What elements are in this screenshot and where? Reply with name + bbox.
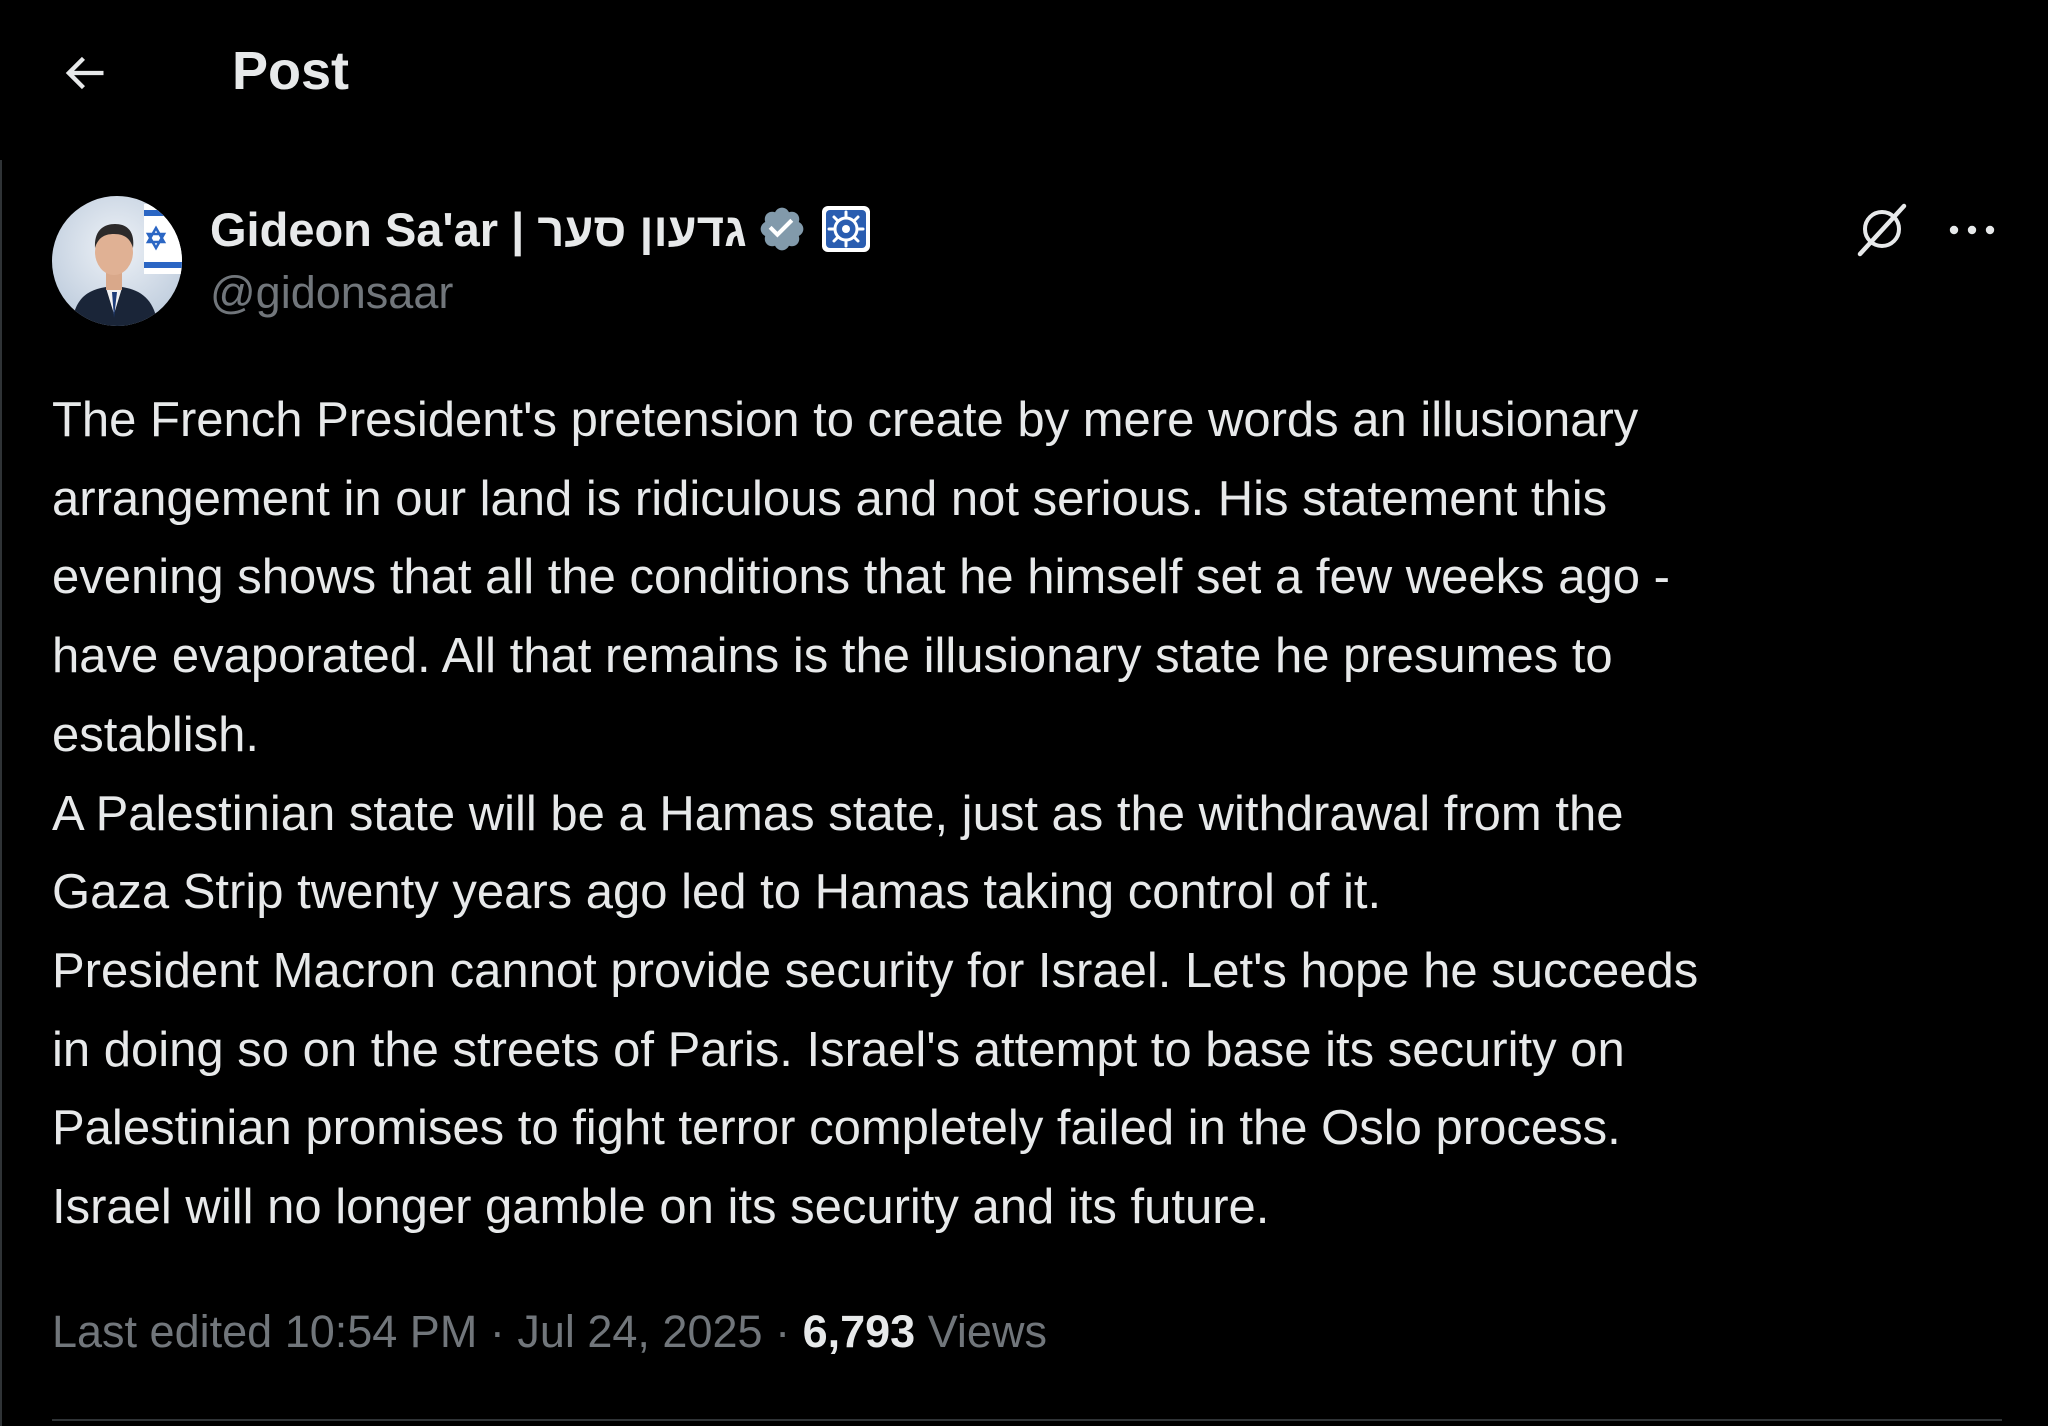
author-info: Gideon Sa'ar | גדעון סער @gidonsaar xyxy=(210,196,871,322)
post-text-line: evening shows that all the conditions th… xyxy=(52,550,1670,605)
grok-button[interactable] xyxy=(1852,198,1914,260)
post-text-line: A Palestinian state will be a Hamas stat… xyxy=(52,786,1624,841)
post-text: The French President's pretension to cre… xyxy=(52,381,2012,1247)
post-text-line: President Macron cannot provide security… xyxy=(52,943,1699,998)
avatar-image xyxy=(52,196,182,326)
post-time: 10:54 PM xyxy=(284,1306,478,1357)
grok-icon xyxy=(1857,203,1907,257)
views-label: Views xyxy=(927,1306,1047,1357)
more-options-icon xyxy=(1949,225,1995,235)
page-title: Post xyxy=(232,41,350,101)
edited-label: Last edited xyxy=(52,1306,273,1357)
post-timestamp[interactable]: Last edited 10:54 PM · Jul 24, 2025 xyxy=(52,1306,763,1357)
post-text-line: in doing so on the streets of Paris. Isr… xyxy=(52,1022,1625,1077)
avatar[interactable] xyxy=(52,196,182,326)
back-button[interactable] xyxy=(48,40,120,106)
post-text-line: arrangement in our land is ridiculous an… xyxy=(52,471,1608,526)
column-divider xyxy=(0,160,2,1426)
post-text-line: Palestinian promises to fight terror com… xyxy=(52,1101,1621,1156)
separator: · xyxy=(775,1306,791,1357)
post-metadata: Last edited 10:54 PM · Jul 24, 2025 · 6,… xyxy=(52,1300,1047,1364)
top-bar: Post xyxy=(0,0,2048,145)
post-text-line: have evaporated. All that remains is the… xyxy=(52,629,1613,684)
views-count: 6,793 xyxy=(802,1306,916,1357)
arrow-left-icon xyxy=(65,56,104,90)
separator: · xyxy=(489,1306,505,1357)
post-text-line: Israel will no longer gamble on its secu… xyxy=(52,1180,1270,1235)
verified-badge-icon[interactable] xyxy=(757,204,807,254)
divider xyxy=(52,1419,2002,1421)
government-affiliation-icon[interactable] xyxy=(821,205,871,253)
post-text-line: Gaza Strip twenty years ago led to Hamas… xyxy=(52,865,1382,920)
post-date: Jul 24, 2025 xyxy=(517,1306,763,1357)
author-handle[interactable]: @gidonsaar xyxy=(210,264,871,322)
author-name-row: Gideon Sa'ar | גדעון סער xyxy=(210,196,871,262)
more-options-button[interactable] xyxy=(1944,210,2000,250)
post-text-line: The French President's pretension to cre… xyxy=(52,393,1639,447)
post-text-line: establish. xyxy=(52,707,260,762)
author-display-name[interactable]: Gideon Sa'ar | גדעון סער xyxy=(210,202,747,257)
